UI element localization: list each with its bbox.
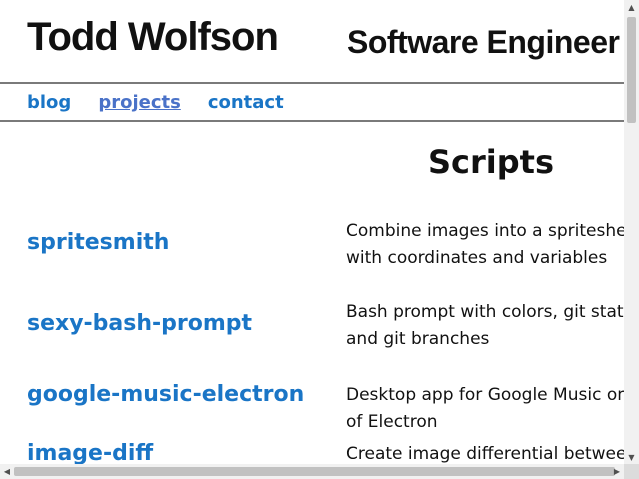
site-subtitle: Software Engineer bbox=[347, 24, 620, 60]
section-title: Scripts bbox=[428, 143, 555, 181]
chevron-down-icon[interactable]: ▼ bbox=[624, 450, 639, 464]
project-description: Bash prompt with colors, git status, and… bbox=[346, 302, 624, 349]
chevron-up-icon[interactable]: ▲ bbox=[624, 0, 639, 14]
project-link-spritesmith[interactable]: spritesmith bbox=[27, 230, 169, 255]
page-viewport: Todd Wolfson Software Engineer blog proj… bbox=[0, 0, 624, 464]
project-description: Desktop app for Google Music on top of E… bbox=[346, 385, 624, 432]
vertical-scroll-thumb[interactable] bbox=[627, 17, 636, 123]
site-title[interactable]: Todd Wolfson bbox=[27, 15, 279, 60]
chevron-left-icon[interactable]: ◀ bbox=[0, 464, 14, 479]
horizontal-scroll-thumb[interactable] bbox=[14, 467, 615, 476]
nav-divider bbox=[0, 120, 624, 122]
project-link-image-diff[interactable]: image-diff bbox=[27, 441, 153, 464]
nav-link-contact[interactable]: contact bbox=[208, 92, 284, 113]
project-link-sexy-bash-prompt[interactable]: sexy-bash-prompt bbox=[27, 311, 252, 336]
project-description: Combine images into a spritesheet with c… bbox=[346, 221, 624, 268]
horizontal-scrollbar[interactable]: ◀ ▶ bbox=[0, 464, 624, 479]
project-description: Create image differential between two im… bbox=[346, 444, 624, 464]
nav-link-blog[interactable]: blog bbox=[27, 92, 71, 113]
nav-link-projects[interactable]: projects bbox=[98, 92, 181, 113]
chevron-right-icon[interactable]: ▶ bbox=[610, 464, 624, 479]
header-divider bbox=[0, 82, 624, 84]
vertical-scrollbar[interactable]: ▲ ▼ bbox=[624, 0, 639, 464]
project-link-google-music-electron[interactable]: google-music-electron bbox=[27, 382, 304, 407]
main-nav: blog projects contact bbox=[27, 92, 284, 113]
scrollbar-corner bbox=[624, 464, 639, 479]
